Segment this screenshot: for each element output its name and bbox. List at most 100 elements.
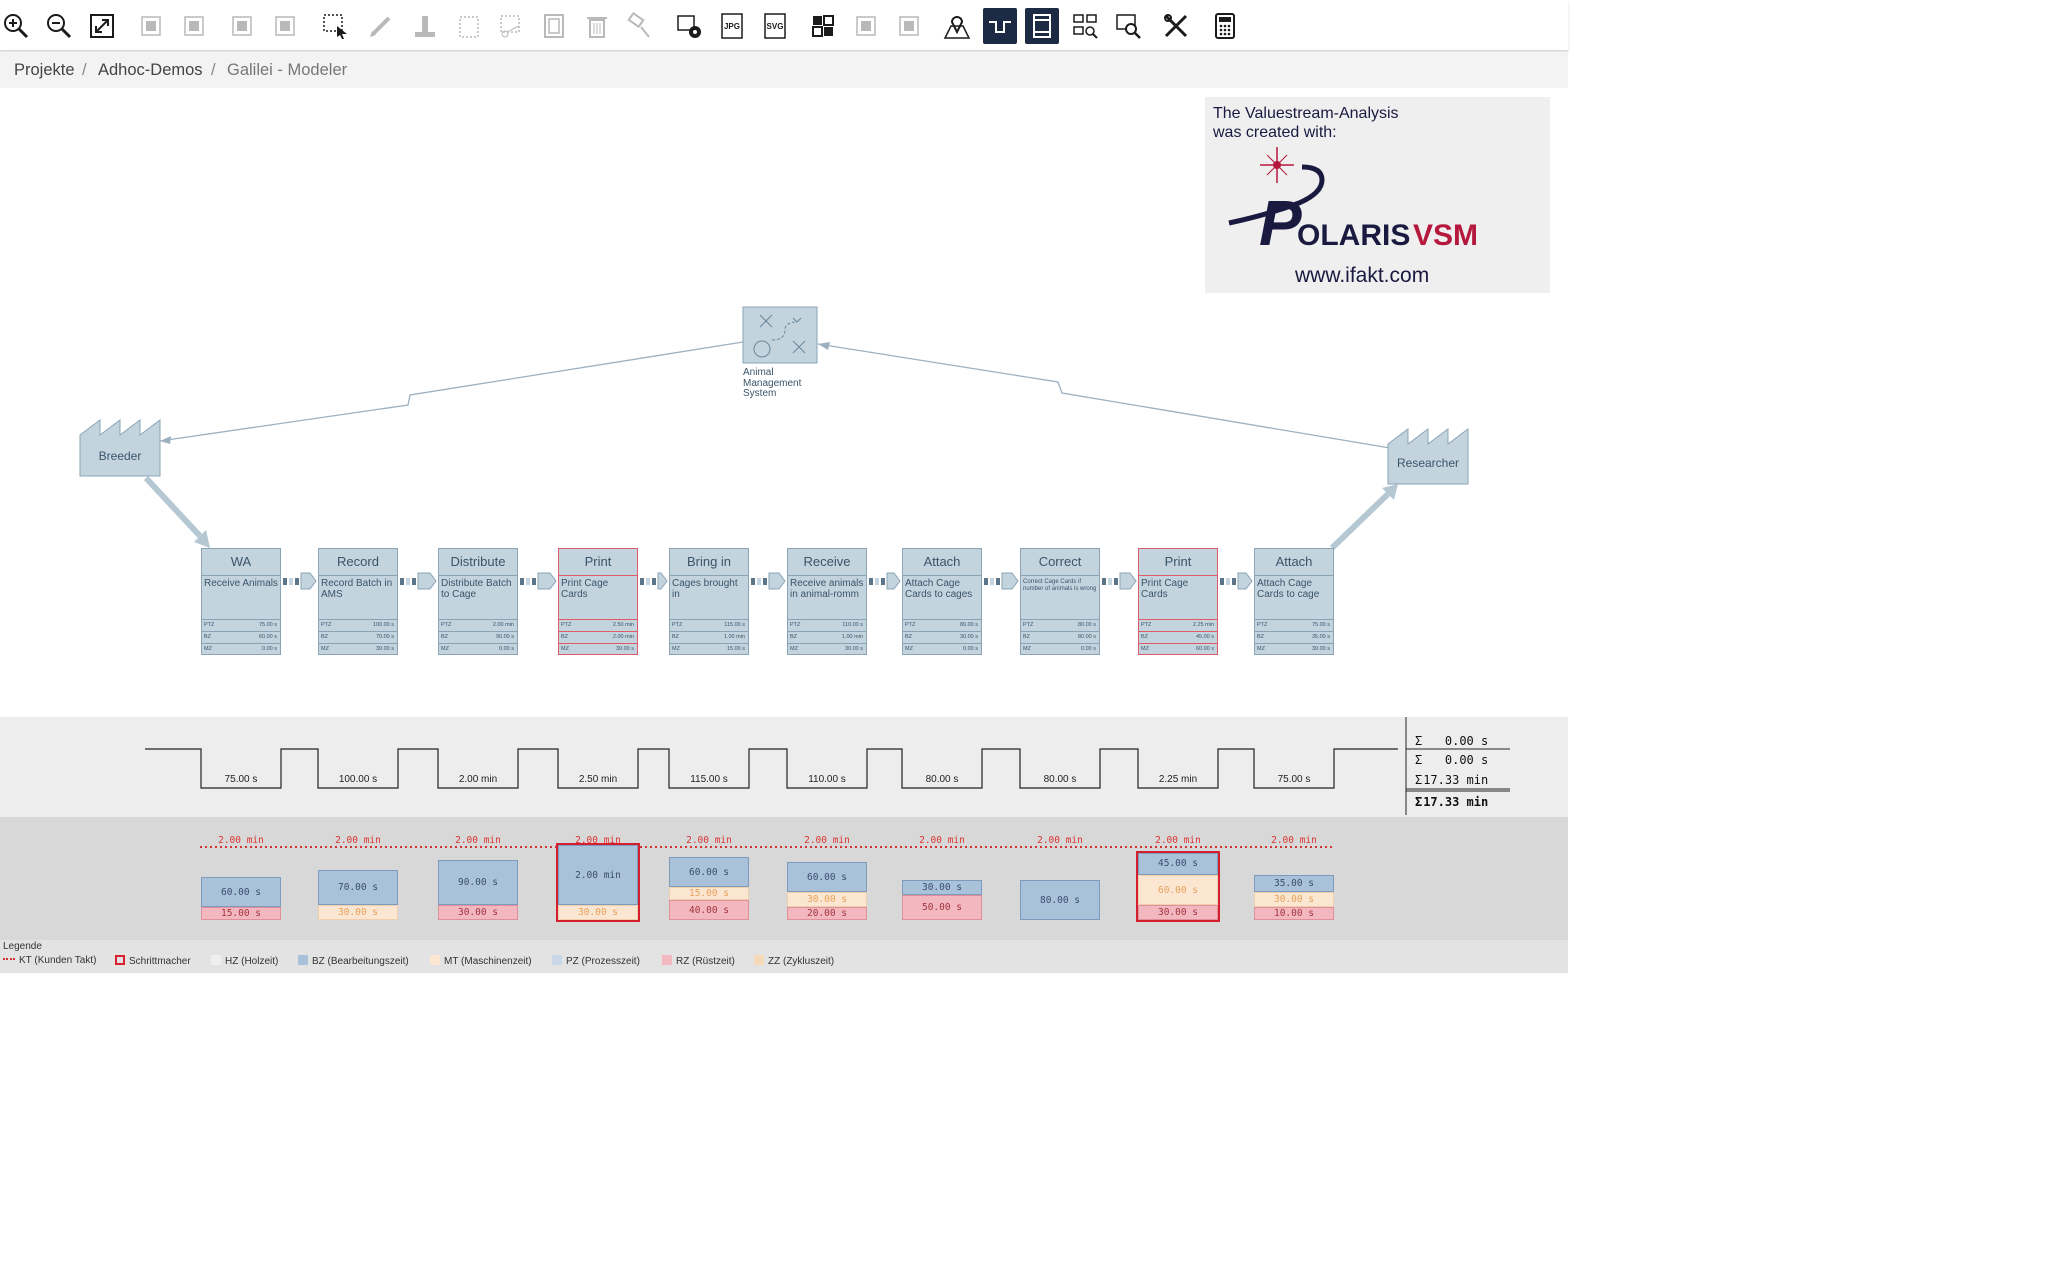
bar-segment-mt: 30.00 s bbox=[318, 905, 398, 920]
process-metric-ptz: PTZ 80.00 s bbox=[1021, 619, 1099, 631]
bar-segment-bz: 70.00 s bbox=[318, 870, 398, 905]
process-metric-mz: MZ 30.00 s bbox=[1255, 643, 1333, 655]
push-arrow bbox=[1102, 572, 1137, 590]
push-arrow bbox=[751, 572, 786, 590]
researcher-label: Researcher bbox=[1396, 456, 1460, 470]
process-box[interactable]: Distribute Distribute Batch to Cage PTZ 2.0… bbox=[438, 548, 518, 655]
takt-label: 2.00 min bbox=[804, 835, 850, 846]
bar-segment-rz: 30.00 s bbox=[438, 905, 518, 920]
information-system-icon[interactable] bbox=[742, 306, 818, 364]
process-metric-bz: BZ 1.00 min bbox=[788, 631, 866, 643]
bar-segment-bz: 90.00 s bbox=[438, 860, 518, 905]
process-box[interactable]: Print Print Cage Cards PTZ 2.25 min BZ 45.00 … bbox=[1138, 548, 1218, 655]
pacemaker-highlight bbox=[1136, 850, 1220, 922]
push-arrow bbox=[400, 572, 437, 590]
legend-item: KT (Kunden Takt) bbox=[3, 955, 96, 966]
timeline-label: 115.00 s bbox=[690, 774, 728, 785]
process-box[interactable]: Bring in Cages brought in PTZ 115.00 s BZ 1.0… bbox=[669, 548, 749, 655]
push-arrow bbox=[520, 572, 557, 590]
sum-row: Σ 0.00 s bbox=[1415, 753, 1489, 767]
breeder-label: Breeder bbox=[98, 449, 142, 463]
bar-segment-rz: 15.00 s bbox=[201, 907, 281, 920]
legend-item: RZ (Rüstzeit) bbox=[662, 955, 735, 967]
process-metric-bz: BZ 1.00 min bbox=[670, 631, 748, 643]
system-label: Animal Management System bbox=[743, 367, 802, 399]
process-description: Distribute Batch to Cage bbox=[441, 578, 512, 600]
timeline-label: 2.25 min bbox=[1158, 774, 1198, 785]
takt-label: 2.00 min bbox=[455, 835, 501, 846]
legend-item: MT (Maschinenzeit) bbox=[430, 955, 532, 967]
bar-segment-bz: 30.00 s bbox=[902, 880, 982, 895]
process-box[interactable]: Attach Attach Cage Cards to cage PTZ 75.00 … bbox=[1254, 548, 1334, 655]
takt-label: 2.00 min bbox=[335, 835, 381, 846]
process-title: Print bbox=[559, 549, 637, 576]
process-metric-bz: BZ 80.00 s bbox=[1021, 631, 1099, 643]
takt-label: 2.00 min bbox=[218, 835, 264, 846]
process-metric-bz: BZ 45.00 s bbox=[1139, 631, 1217, 643]
process-metric-ptz: PTZ 110.00 s bbox=[788, 619, 866, 631]
process-title: Print bbox=[1139, 549, 1217, 576]
process-title: Bring in bbox=[670, 549, 748, 576]
process-metric-mz: MZ 0.00 s bbox=[1021, 643, 1099, 655]
process-description: Correct Cage Cards if number of animals … bbox=[1023, 579, 1097, 592]
bar-segment-mt: 30.00 s bbox=[787, 892, 867, 907]
process-metric-mz: MZ 60.00 s bbox=[1139, 643, 1217, 655]
process-metric-mz: MZ 30.00 s bbox=[559, 643, 637, 655]
push-arrow bbox=[984, 572, 1019, 590]
process-metric-bz: BZ 30.00 s bbox=[903, 631, 981, 643]
bar-segment-bz: 80.00 s bbox=[1020, 880, 1100, 920]
process-box[interactable]: Attach Attach Cage Cards to cages PTZ 80.00… bbox=[902, 548, 982, 655]
takt-label: 2.00 min bbox=[1037, 835, 1083, 846]
process-metric-bz: BZ 60.00 s bbox=[202, 631, 280, 643]
process-title: Attach bbox=[1255, 549, 1333, 576]
bar-segment-bz: 60.00 s bbox=[787, 862, 867, 892]
push-arrow bbox=[1220, 572, 1253, 590]
timeline-label: 2.50 min bbox=[578, 774, 618, 785]
breeder-factory-icon[interactable] bbox=[79, 419, 161, 477]
timeline-panel: 75.00 s 100.00 s 2.00 min 2.50 min 115.00 s 1… bbox=[0, 717, 1568, 817]
stacked-bar-panel: 2.00 min 15.00 s 60.00 s 2.00 min 30.00 s 70.… bbox=[0, 817, 1568, 940]
push-arrow bbox=[869, 572, 901, 590]
push-arrow bbox=[640, 572, 668, 590]
process-description: Receive animals in animal-romm bbox=[790, 578, 864, 600]
takt-label: 2.00 min bbox=[1271, 835, 1317, 846]
process-metric-ptz: PTZ 115.00 s bbox=[670, 619, 748, 631]
legend-item: BZ (Bearbeitungszeit) bbox=[298, 955, 409, 967]
shipment-arrow-out bbox=[1329, 484, 1398, 551]
legend-title: Legende bbox=[3, 941, 42, 952]
process-metric-bz: BZ 70.00 s bbox=[319, 631, 397, 643]
bar-segment-rz: 50.00 s bbox=[902, 895, 982, 920]
legend-item: Schrittmacher bbox=[115, 955, 191, 967]
process-metric-bz: BZ 35.00 s bbox=[1255, 631, 1333, 643]
bar-segment-rz: 10.00 s bbox=[1254, 907, 1334, 920]
process-metric-mz: MZ 30.00 s bbox=[319, 643, 397, 655]
process-title: Attach bbox=[903, 549, 981, 576]
process-title: Record bbox=[319, 549, 397, 576]
process-box[interactable]: Print Print Cage Cards PTZ 2.50 min BZ 2.00 m… bbox=[558, 548, 638, 655]
process-title: Correct bbox=[1021, 549, 1099, 576]
process-metric-ptz: PTZ 2.25 min bbox=[1139, 619, 1217, 631]
process-box[interactable]: Correct Correct Cage Cards if number of a… bbox=[1020, 548, 1100, 655]
bar-segment-mt: 30.00 s bbox=[1254, 892, 1334, 907]
process-metric-ptz: PTZ 75.00 s bbox=[202, 619, 280, 631]
process-metric-mz: MZ 30.00 s bbox=[788, 643, 866, 655]
process-metric-ptz: PTZ 75.00 s bbox=[1255, 619, 1333, 631]
process-metric-mz: MZ 0.00 s bbox=[439, 643, 517, 655]
process-description: Print Cage Cards bbox=[1141, 578, 1189, 600]
shipment-arrow-in bbox=[143, 475, 210, 548]
timeline-label: 75.00 s bbox=[1277, 774, 1311, 785]
process-description: Receive Animals bbox=[204, 578, 278, 589]
timeline-label: 100.00 s bbox=[338, 774, 378, 785]
process-box[interactable]: WA Receive Animals PTZ 75.00 s BZ 60.00 s MZ 0.… bbox=[201, 548, 281, 655]
push-arrow bbox=[283, 572, 317, 590]
process-box[interactable]: Receive Receive animals in animal-romm PTZ… bbox=[787, 548, 867, 655]
process-metric-mz: MZ 0.00 s bbox=[202, 643, 280, 655]
process-metric-bz: BZ 2.00 min bbox=[559, 631, 637, 643]
bar-segment-rz: 40.00 s bbox=[669, 900, 749, 920]
bar-segment-mt: 15.00 s bbox=[669, 887, 749, 900]
timeline-label: 80.00 s bbox=[925, 774, 959, 785]
takt-label: 2.00 min bbox=[686, 835, 732, 846]
process-description: Cages brought in bbox=[672, 578, 738, 600]
process-box[interactable]: Record Record Batch in AMS PTZ 100.00 s BZ 70… bbox=[318, 548, 398, 655]
legend-item: HZ (Holzeit) bbox=[211, 955, 278, 967]
